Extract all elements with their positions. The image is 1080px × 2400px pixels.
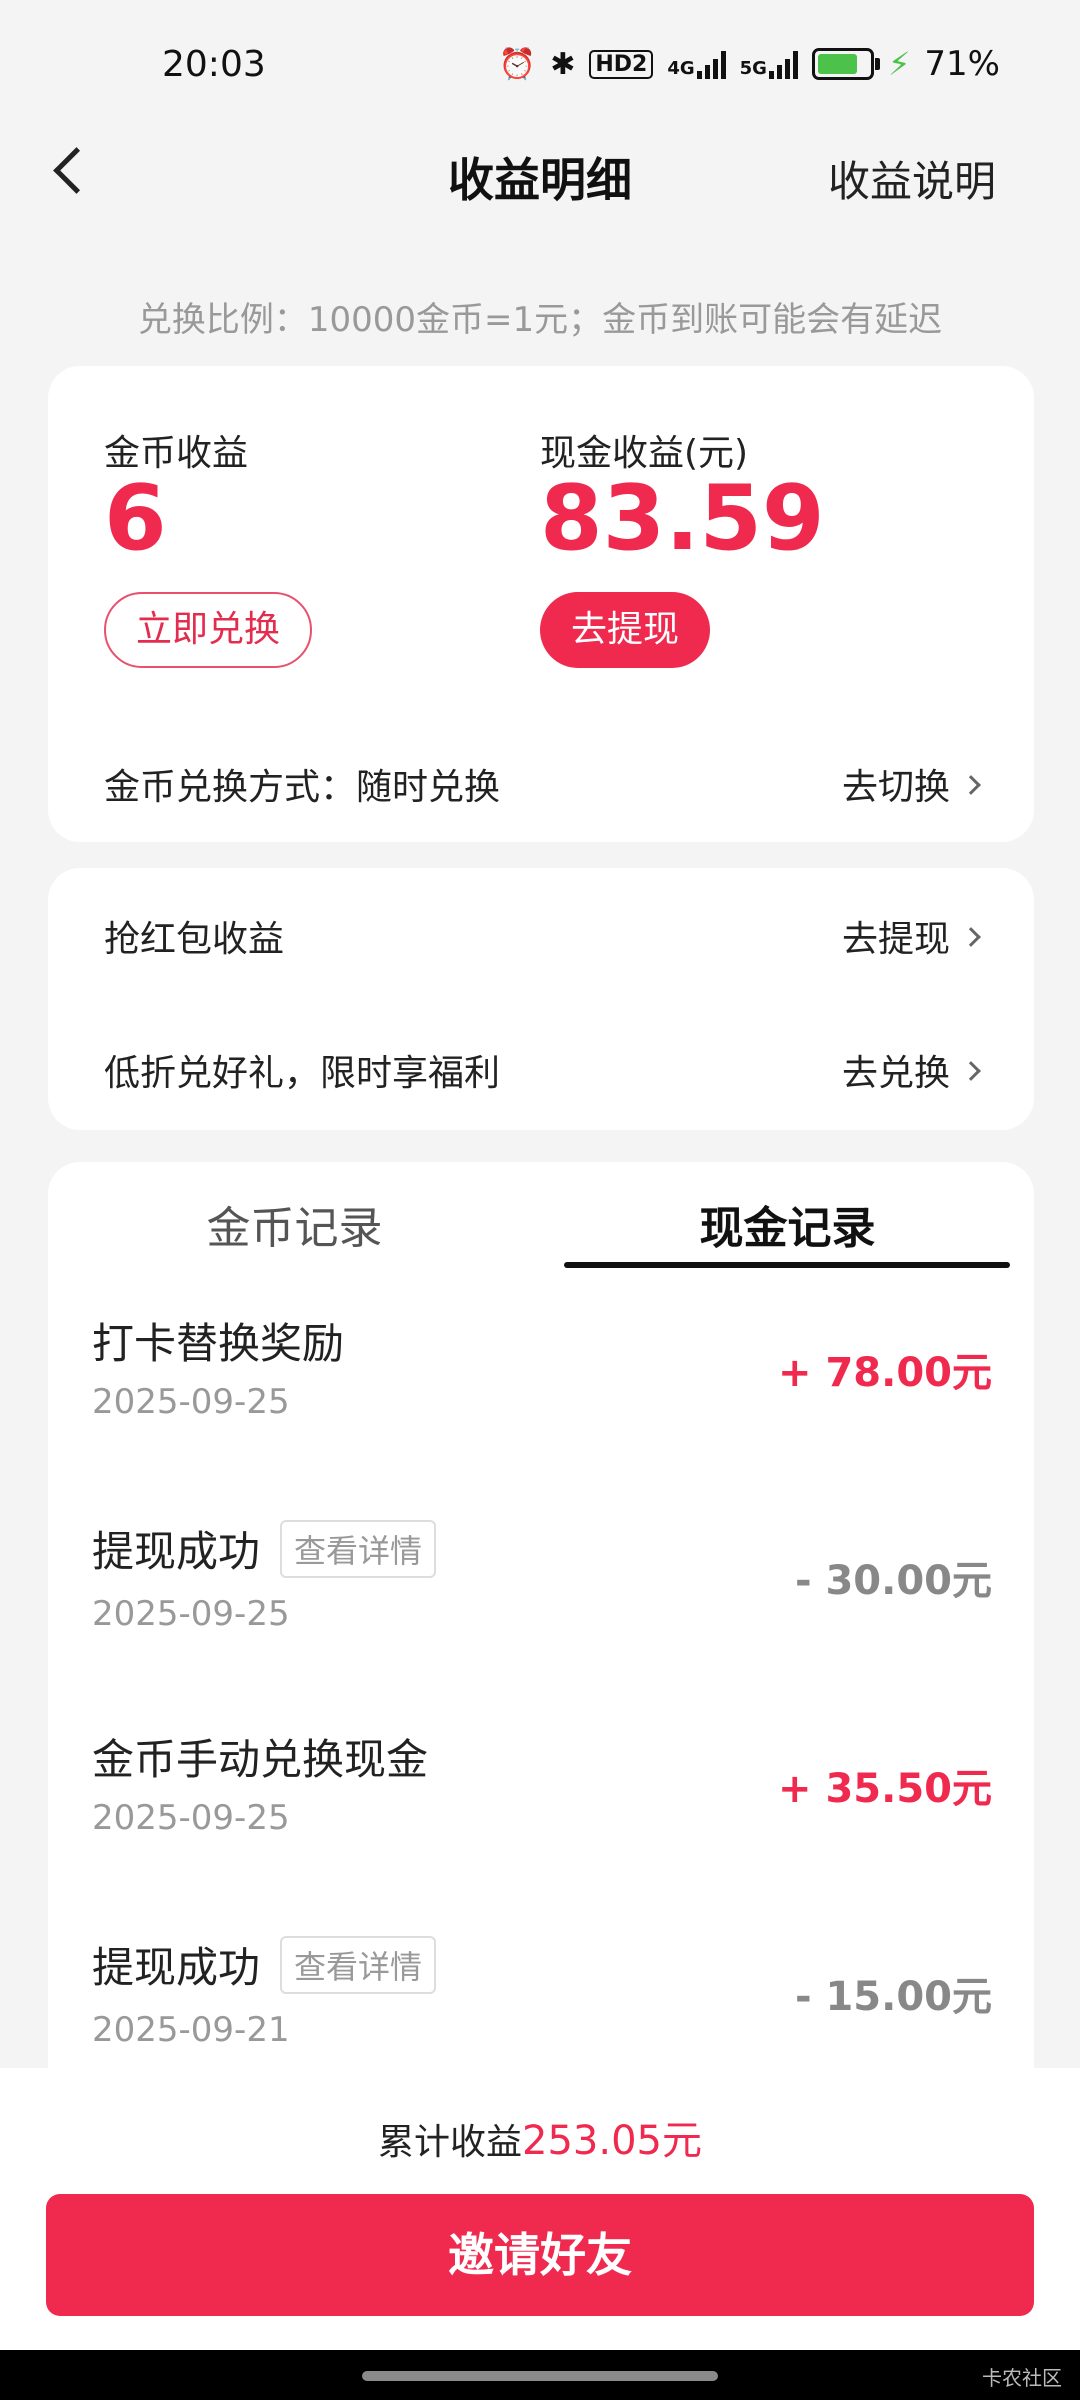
- net-5g-label: 5G: [739, 58, 767, 79]
- chevron-right-icon: [961, 775, 981, 795]
- alarm-icon: ⏰: [498, 46, 537, 82]
- active-tab-indicator: [564, 1262, 1010, 1268]
- promo-action-label: 去提现: [841, 919, 950, 960]
- cash-earnings-value: 83.59: [540, 466, 825, 571]
- withdraw-button[interactable]: 去提现: [540, 592, 710, 668]
- chevron-right-icon: [961, 927, 981, 947]
- record-amount: + 35.50元: [778, 1766, 992, 1812]
- battery-icon: [811, 48, 880, 80]
- status-time: 20:03: [162, 44, 266, 85]
- record-row: 打卡替换奖励 2025-09-25 + 78.00元: [92, 1310, 992, 1490]
- signal-5g-icon: 5G: [740, 49, 798, 79]
- home-indicator[interactable]: [362, 2371, 718, 2381]
- switch-mode-label: 去切换: [841, 767, 950, 808]
- promo-action-exchange[interactable]: 去兑换: [841, 1044, 981, 1096]
- total-earnings-value: 253.05元: [522, 2118, 702, 2164]
- record-amount: - 30.00元: [794, 1558, 992, 1604]
- record-title: 提现成功: [92, 1943, 261, 1992]
- record-title: 提现成功: [92, 1527, 261, 1576]
- view-details-button[interactable]: 查看详情: [280, 1519, 437, 1578]
- watermark: 卡农社区: [982, 2366, 1062, 2390]
- exchange-mode-label: 金币兑换方式：随时兑换: [104, 767, 501, 808]
- net-4g-label: 4G: [667, 58, 695, 79]
- record-row: 金币手动兑换现金 2025-09-25 + 35.50元: [92, 1726, 992, 1906]
- total-earnings-label: 累计收益: [378, 2122, 523, 2163]
- record-date: 2025-09-21: [92, 2010, 290, 2050]
- hd-voice-icon: HD2: [589, 49, 654, 79]
- record-amount: + 78.00元: [778, 1350, 992, 1396]
- battery-percent: 71%: [924, 44, 1000, 84]
- coin-earnings-value: 6: [104, 466, 167, 571]
- record-title: 金币手动兑换现金: [92, 1735, 429, 1784]
- promo-action-label: 去兑换: [841, 1053, 950, 1094]
- promo-action-withdraw[interactable]: 去提现: [841, 910, 981, 962]
- exchange-now-button[interactable]: 立即兑换: [104, 592, 312, 668]
- switch-mode-link[interactable]: 去切换: [841, 758, 981, 810]
- charging-icon: ⚡: [887, 45, 911, 83]
- record-row: 提现成功 查看详情 2025-09-25 - 30.00元: [92, 1518, 992, 1698]
- bluetooth-icon: ✱: [550, 46, 576, 82]
- records-card: 金币记录 现金记录 打卡替换奖励 2025-09-25 + 78.00元 提现成…: [48, 1162, 1034, 2162]
- total-earnings: 累计收益253.05元: [0, 2108, 1080, 2166]
- earnings-help-link[interactable]: 收益说明: [828, 148, 996, 209]
- exchange-ratio-note: 兑换比例：10000金币=1元；金币到账可能会有延迟: [137, 300, 943, 340]
- tab-coin-records[interactable]: 金币记录: [48, 1192, 541, 1256]
- invite-friends-button[interactable]: 邀请好友: [46, 2194, 1034, 2316]
- record-date: 2025-09-25: [92, 1798, 290, 1838]
- chevron-right-icon: [961, 1061, 981, 1081]
- promo-label-red-packet: 抢红包收益: [104, 919, 285, 960]
- record-title: 打卡替换奖励: [92, 1319, 345, 1368]
- status-icons: ⏰ ✱ HD2 4G 5G ⚡ 71%: [499, 44, 1000, 84]
- record-amount: - 15.00元: [794, 1974, 992, 2020]
- record-date: 2025-09-25: [92, 1382, 290, 1422]
- signal-4g-icon: 4G: [667, 49, 726, 79]
- promo-card: 抢红包收益 去提现 低折兑好礼，限时享福利 去兑换: [48, 868, 1034, 1130]
- tab-cash-records[interactable]: 现金记录: [541, 1192, 1034, 1256]
- record-date: 2025-09-25: [92, 1594, 290, 1634]
- earnings-card: 金币收益 6 立即兑换 现金收益(元) 83.59 去提现 金币兑换方式：随时兑…: [48, 366, 1034, 842]
- promo-label-discount: 低折兑好礼，限时享福利: [104, 1053, 501, 1094]
- view-details-button[interactable]: 查看详情: [280, 1935, 437, 1994]
